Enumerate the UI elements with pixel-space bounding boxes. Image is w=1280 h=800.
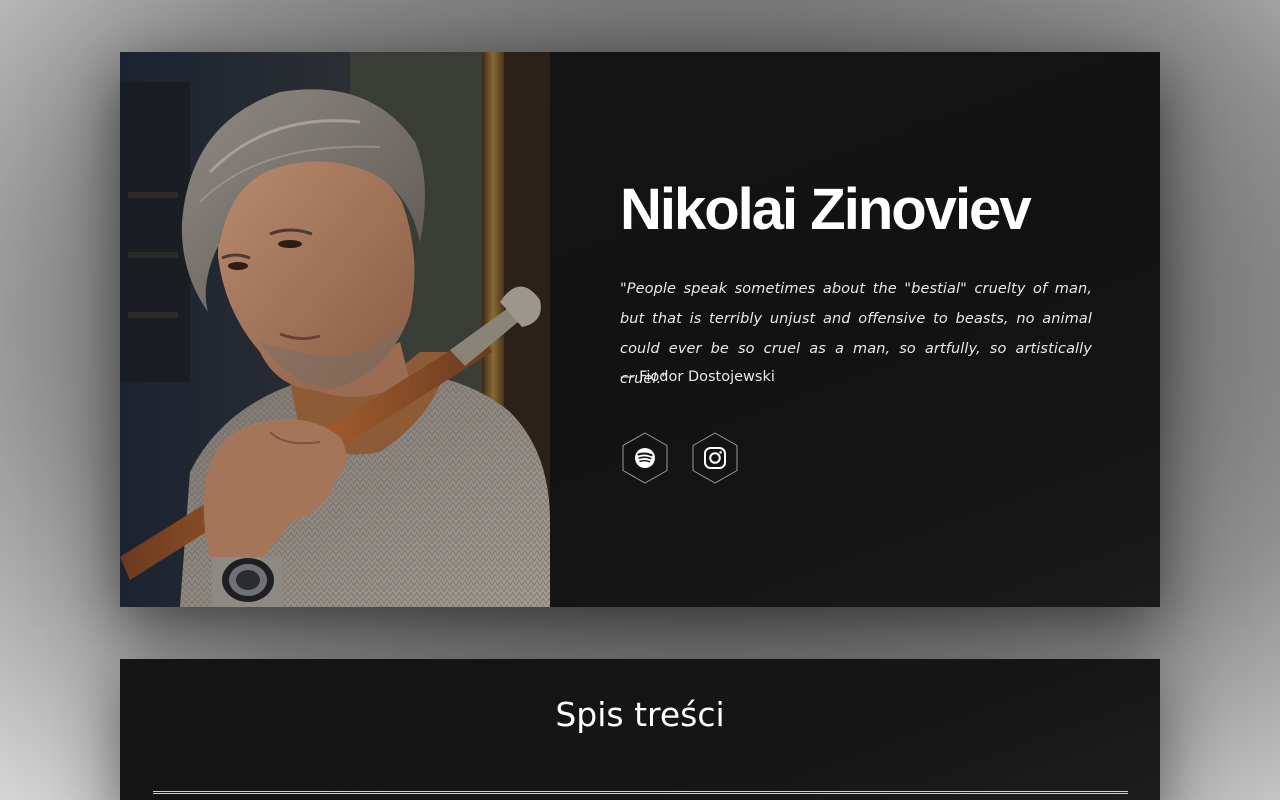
portrait-image <box>120 52 550 607</box>
hero-card: Nikolai Zinoviev "People speak sometimes… <box>120 52 1160 607</box>
social-links <box>622 432 738 484</box>
spotify-icon <box>622 432 668 484</box>
spotify-link[interactable] <box>622 432 668 484</box>
toc-title: Spis treści <box>555 695 725 734</box>
instagram-icon <box>692 432 738 484</box>
profile-info: Nikolai Zinoviev "People speak sometimes… <box>620 52 1092 607</box>
quote-author: — Fiodor Dostojewski <box>620 369 775 385</box>
toc-divider <box>153 791 1128 794</box>
table-of-contents-card: Spis treści <box>120 659 1160 800</box>
profile-name: Nikolai Zinoviev <box>620 177 1032 242</box>
instagram-link[interactable] <box>692 432 738 484</box>
